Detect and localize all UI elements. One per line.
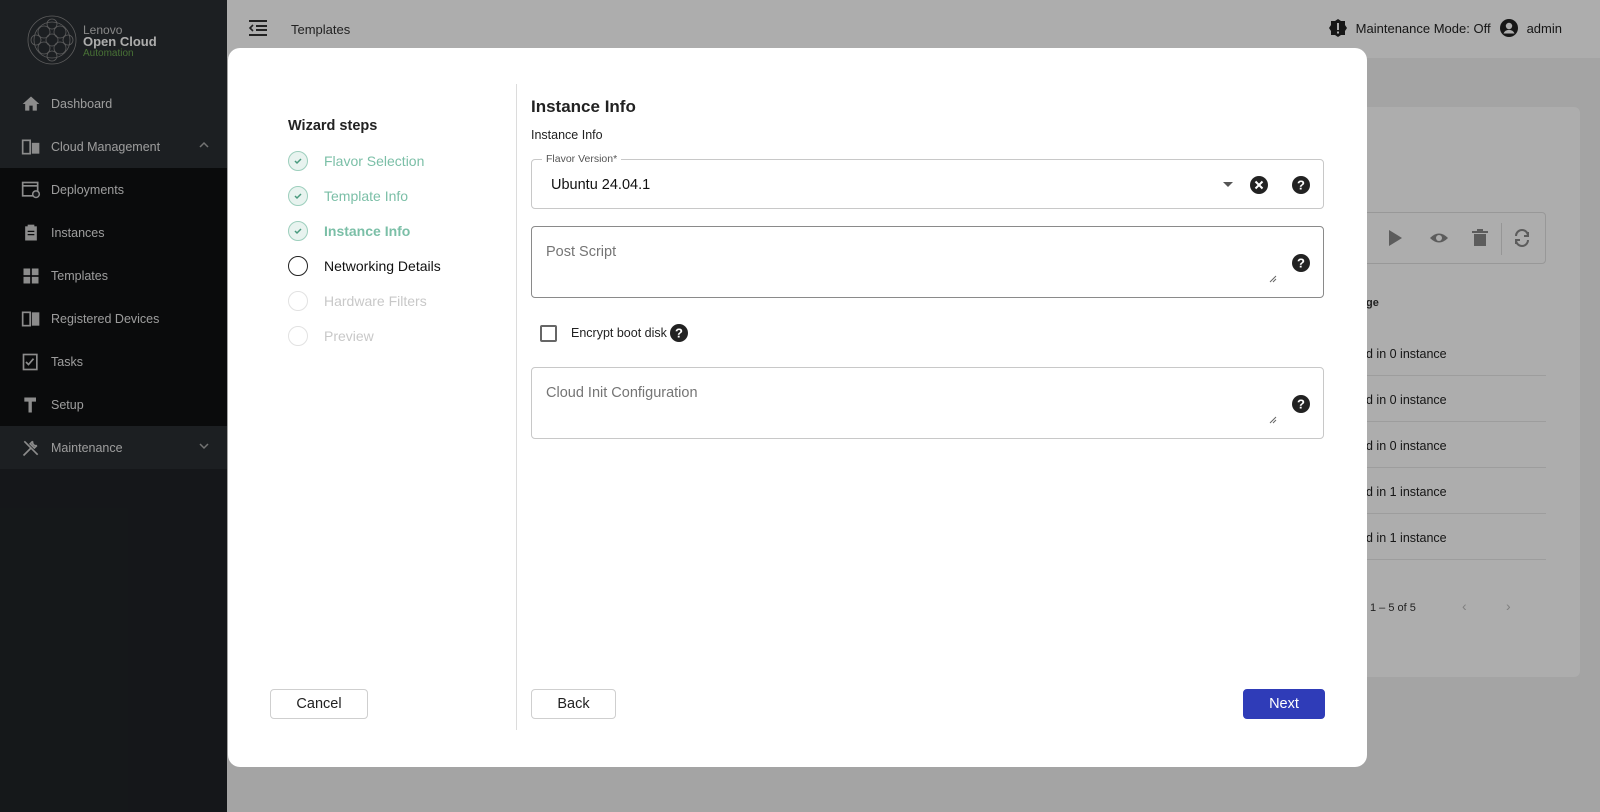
post-script-placeholder: Post Script — [546, 244, 617, 260]
wizard-step-instance-info[interactable]: Instance Info — [288, 220, 410, 242]
wizard-step-template-info[interactable]: Template Info — [288, 185, 408, 207]
resize-handle-icon[interactable] — [1269, 416, 1277, 424]
clear-selection-icon[interactable] — [1249, 175, 1269, 195]
step-current-circle-icon — [288, 256, 308, 276]
step-label: Preview — [324, 328, 374, 344]
svg-text:?: ? — [1297, 397, 1305, 412]
section-title: Instance Info — [531, 97, 636, 116]
svg-text:?: ? — [675, 326, 683, 341]
help-icon[interactable]: ? — [1291, 253, 1311, 273]
cloud-init-textarea[interactable]: Cloud Init Configuration ? — [531, 367, 1324, 439]
dropdown-arrow-icon[interactable] — [1223, 182, 1233, 187]
step-label: Hardware Filters — [324, 293, 427, 309]
wizard-step-networking-details[interactable]: Networking Details — [288, 255, 441, 277]
cloud-init-placeholder: Cloud Init Configuration — [546, 385, 698, 401]
step-label: Template Info — [324, 188, 409, 204]
step-done-check-icon — [288, 186, 308, 206]
resize-handle-icon[interactable] — [1269, 275, 1277, 283]
flavor-version-label: Flavor Version* — [542, 153, 622, 165]
encrypt-boot-disk-row: Encrypt boot disk ? — [540, 323, 689, 343]
flavor-version-select[interactable]: Flavor Version* Ubuntu 24.04.1 ? — [531, 153, 1324, 209]
wizard-step-preview: Preview — [288, 325, 374, 347]
step-done-check-icon — [288, 221, 308, 241]
encrypt-boot-disk-checkbox[interactable] — [540, 324, 557, 342]
step-done-check-icon — [288, 151, 308, 171]
back-button[interactable]: Back — [531, 689, 616, 719]
step-pending-circle-icon — [288, 326, 308, 346]
encrypt-boot-disk-label: Encrypt boot disk — [571, 326, 667, 340]
svg-text:?: ? — [1297, 256, 1305, 271]
cancel-button[interactable]: Cancel — [270, 689, 368, 719]
dialog-divider — [516, 84, 517, 730]
svg-text:?: ? — [1297, 178, 1305, 193]
step-label: Instance Info — [324, 223, 411, 239]
post-script-textarea[interactable]: Post Script ? — [531, 226, 1324, 298]
step-label: Networking Details — [324, 258, 441, 274]
step-label: Flavor Selection — [324, 153, 425, 169]
help-icon[interactable]: ? — [1291, 394, 1311, 414]
wizard-step-hardware-filters: Hardware Filters — [288, 290, 427, 312]
wizard-steps-title: Wizard steps — [288, 118, 378, 134]
help-icon[interactable]: ? — [669, 323, 689, 343]
flavor-version-value: Ubuntu 24.04.1 — [551, 177, 651, 193]
next-button[interactable]: Next — [1243, 689, 1325, 719]
create-instance-wizard-dialog: Wizard steps Flavor Selection Template I… — [228, 48, 1367, 767]
wizard-step-flavor-selection[interactable]: Flavor Selection — [288, 150, 424, 172]
section-subtitle: Instance Info — [531, 128, 603, 142]
help-icon[interactable]: ? — [1291, 175, 1311, 195]
step-pending-circle-icon — [288, 291, 308, 311]
